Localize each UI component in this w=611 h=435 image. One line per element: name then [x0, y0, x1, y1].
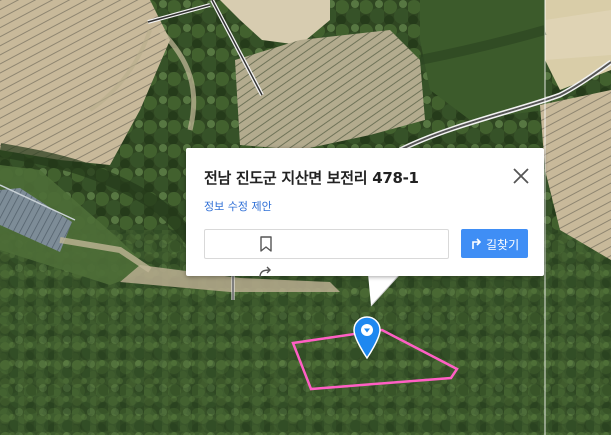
directions-label: 길찾기	[486, 238, 520, 252]
popup-tail	[368, 274, 401, 307]
share-icon[interactable]	[258, 265, 274, 279]
suggest-edit-link[interactable]: 정보 수정 제안	[204, 198, 272, 214]
route-icon	[472, 238, 482, 249]
location-pin-icon[interactable]	[353, 316, 381, 360]
address-title: 전남 진도군 지산면 보전리 478-1	[204, 169, 419, 187]
address-info-popup: 전남 진도군 지산면 보전리 478-1 정보 수정 제안 길찾기	[186, 148, 544, 279]
directions-button[interactable]: 길찾기	[461, 229, 528, 258]
close-icon[interactable]	[510, 165, 532, 187]
bookmark-icon[interactable]	[259, 236, 273, 252]
action-buttons-box	[204, 229, 449, 259]
